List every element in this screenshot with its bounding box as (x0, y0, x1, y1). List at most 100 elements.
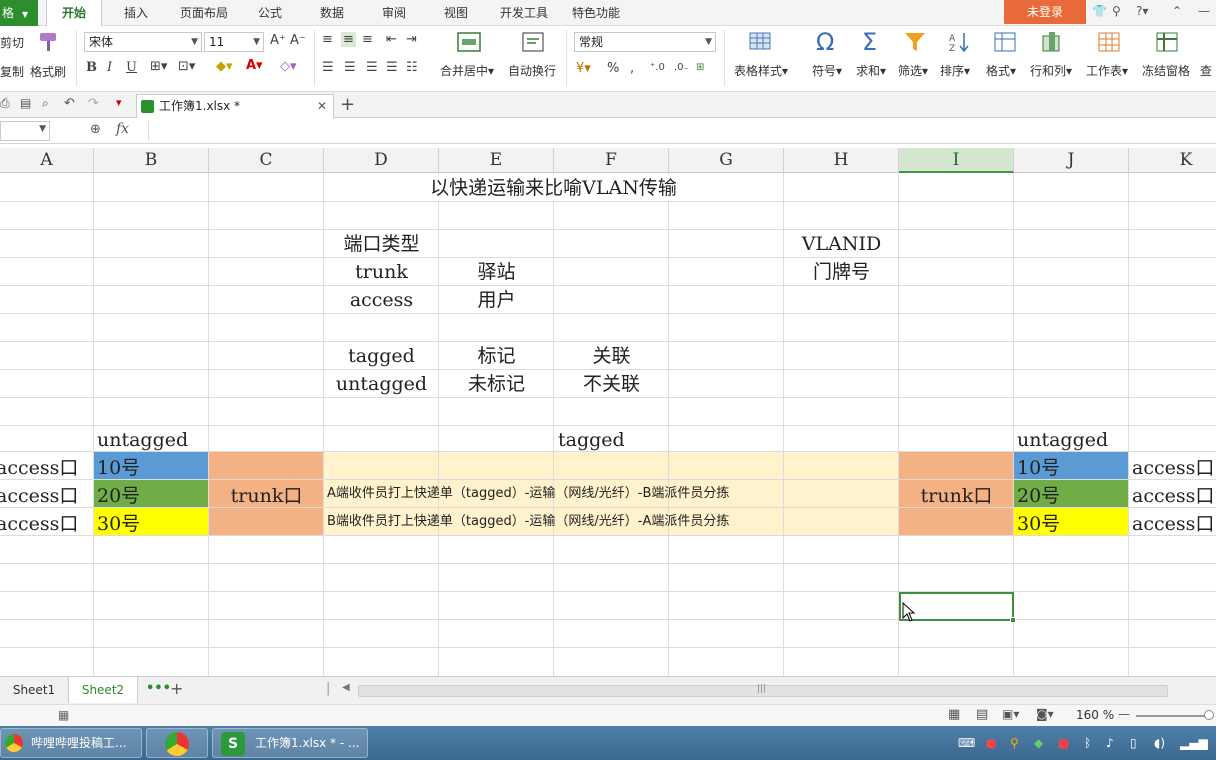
wrap-text-button[interactable]: 自动换行 (508, 62, 556, 79)
font-size-select[interactable]: 11 ▼ (204, 32, 264, 52)
underline-button[interactable]: U (126, 60, 137, 75)
justify-icon[interactable]: ☰ (386, 60, 398, 75)
tray-app-icon[interactable]: ■ (1058, 736, 1069, 750)
format-painter-button[interactable]: 格式刷 (30, 63, 66, 80)
tab-formulas[interactable]: 公式 (248, 0, 292, 26)
name-box[interactable]: ▼ (0, 121, 50, 141)
merge-center-button[interactable]: 合并居中▾ (440, 62, 494, 79)
align-center-icon[interactable]: ☰ (344, 60, 356, 75)
decrease-font-icon[interactable]: A⁻ (290, 33, 306, 48)
cut-button[interactable]: 剪切 (0, 34, 24, 51)
page-layout-view-icon[interactable]: ▤ (976, 707, 988, 722)
column-header[interactable]: B (94, 148, 209, 173)
app-menu-button[interactable]: 格 ▼ (0, 0, 38, 26)
cell-access-port[interactable]: access口 (1132, 510, 1214, 538)
tray-app-icon[interactable]: ◆ (1034, 736, 1043, 750)
cell-access[interactable]: access (324, 286, 439, 314)
search-doc-icon[interactable]: ⌕ (42, 96, 49, 111)
cell-user[interactable]: 用户 (439, 286, 554, 314)
align-left-icon[interactable]: ☰ (322, 60, 334, 75)
tab-page-layout[interactable]: 页面布局 (172, 0, 236, 26)
cell-vlan-10[interactable]: 10号 (1017, 454, 1060, 482)
clear-format-icon[interactable]: ◇▾ (280, 59, 297, 74)
column-header[interactable]: A (0, 148, 94, 173)
cell-access-port[interactable]: access口 (1132, 482, 1214, 510)
zoom-slider[interactable] (1136, 715, 1206, 717)
cell-doorplate[interactable]: 门牌号 (784, 258, 899, 286)
indent-decrease-icon[interactable]: ⇤ (386, 32, 397, 47)
horizontal-scrollbar[interactable]: ||| (358, 684, 1168, 697)
more-sheets-icon[interactable]: ••• (146, 681, 171, 696)
column-header[interactable]: D (324, 148, 439, 173)
print-preview-icon[interactable]: ▤ (20, 96, 31, 110)
increase-font-icon[interactable]: A⁺ (270, 33, 286, 48)
number-convert-icon[interactable]: ⊞ (696, 62, 704, 73)
italic-button[interactable]: I (107, 60, 112, 75)
column-header[interactable]: K (1129, 148, 1216, 173)
cell-vlanid[interactable]: VLANID (784, 230, 899, 258)
taskbar-item-workbook[interactable]: S 工作簿1.xlsx * - ... (212, 728, 368, 758)
increase-decimal-icon[interactable]: ⁺.0 (650, 62, 665, 73)
music-icon[interactable]: ♪ (1106, 736, 1114, 750)
tab-data[interactable]: 数据 (310, 0, 354, 26)
workbook-tab[interactable]: 工作簿1.xlsx * ✕ (136, 94, 334, 118)
new-tab-icon[interactable]: + (340, 94, 355, 115)
cell-trunk-port-right[interactable]: trunk口 (899, 482, 1014, 510)
column-header[interactable]: C (209, 148, 324, 173)
sort-button[interactable]: 排序▾ (940, 62, 970, 79)
row-column-button[interactable]: 行和列▾ (1030, 62, 1072, 79)
distribute-icon[interactable]: ☷ (406, 60, 418, 75)
print-icon[interactable]: ⎙ (0, 96, 10, 111)
column-header[interactable]: G (669, 148, 784, 173)
comma-button[interactable]: , (630, 61, 634, 76)
indent-increase-icon[interactable]: ⇥ (406, 32, 417, 47)
add-sheet-icon[interactable]: + (170, 679, 183, 698)
tab-home[interactable]: 开始 (46, 0, 102, 26)
share-icon[interactable]: ⚲ (1112, 4, 1121, 18)
number-format-select[interactable]: 常规 ▼ (574, 32, 716, 52)
font-name-select[interactable]: 宋体 ▼ (84, 32, 202, 52)
formula-input[interactable] (148, 121, 1216, 141)
redo-icon[interactable]: ↷ (88, 96, 99, 111)
cell-untagged[interactable]: untagged (324, 370, 439, 398)
cell-vlan-20[interactable]: 20号 (1017, 482, 1060, 510)
cell-trunk[interactable]: trunk (324, 258, 439, 286)
cell-line-a-to-b[interactable]: A端收件员打上快递单（tagged）-运输（网线/光纤）-B端派件员分拣 (327, 480, 729, 508)
bold-button[interactable]: B (86, 60, 97, 75)
sheet-tab-sheet2[interactable]: Sheet2 (68, 677, 138, 703)
cell-access-port[interactable]: access口 (1132, 454, 1214, 482)
decrease-decimal-icon[interactable]: .0₋ (674, 62, 689, 73)
keyboard-icon[interactable]: ⌨ (958, 736, 975, 750)
volume-icon[interactable]: ◖) (1154, 736, 1165, 750)
fill-color-icon[interactable]: ◆▾ (216, 59, 233, 74)
zoom-out-icon[interactable]: — (1118, 707, 1130, 721)
font-color-icon[interactable]: A▾ (246, 58, 263, 73)
cell-title[interactable]: 以快递运输来比喻VLAN传输 (324, 174, 783, 202)
zoom-formula-icon[interactable]: ⊕ (90, 122, 101, 137)
taskbar-item-bilibili[interactable]: 哔哩哔哩投稿工... (0, 728, 142, 758)
insert-function-button[interactable]: fx (116, 121, 129, 137)
cell-untagged-right[interactable]: untagged (1017, 426, 1108, 454)
worksheet-grid[interactable]: A B C D E F G H I J K 以快递运输来比喻VLAN传输 端口类… (0, 148, 1216, 676)
align-middle-icon[interactable]: ≡ (341, 32, 356, 47)
clipboard-icon[interactable]: ▯ (1130, 736, 1137, 750)
fill-handle[interactable] (1010, 617, 1016, 623)
tray-app-icon[interactable]: ● (986, 736, 996, 750)
align-right-icon[interactable]: ☰ (366, 60, 378, 75)
close-icon[interactable]: ✕ (317, 95, 327, 117)
sum-button[interactable]: 求和▾ (856, 62, 886, 79)
cell-untagged-left[interactable]: untagged (97, 426, 188, 454)
cell-port-type[interactable]: 端口类型 (324, 230, 439, 258)
sheet-tab-sheet1[interactable]: Sheet1 (0, 677, 68, 703)
normal-view-icon[interactable]: ▦ (948, 707, 960, 722)
cell-vlan-10[interactable]: 10号 (97, 454, 140, 482)
cell-access-port[interactable]: access口 (0, 454, 78, 482)
cell-border-icon[interactable]: ⊡▾ (178, 59, 195, 74)
cell-assoc[interactable]: 关联 (554, 342, 669, 370)
zoom-slider-thumb[interactable] (1204, 710, 1214, 720)
format-button[interactable]: 格式▾ (986, 62, 1016, 79)
table-style-button[interactable]: 表格样式▾ (734, 62, 788, 79)
cell-vlan-30[interactable]: 30号 (97, 510, 140, 538)
currency-icon[interactable]: ¥▾ (576, 61, 591, 76)
undo-icon[interactable]: ↶ (64, 96, 75, 111)
